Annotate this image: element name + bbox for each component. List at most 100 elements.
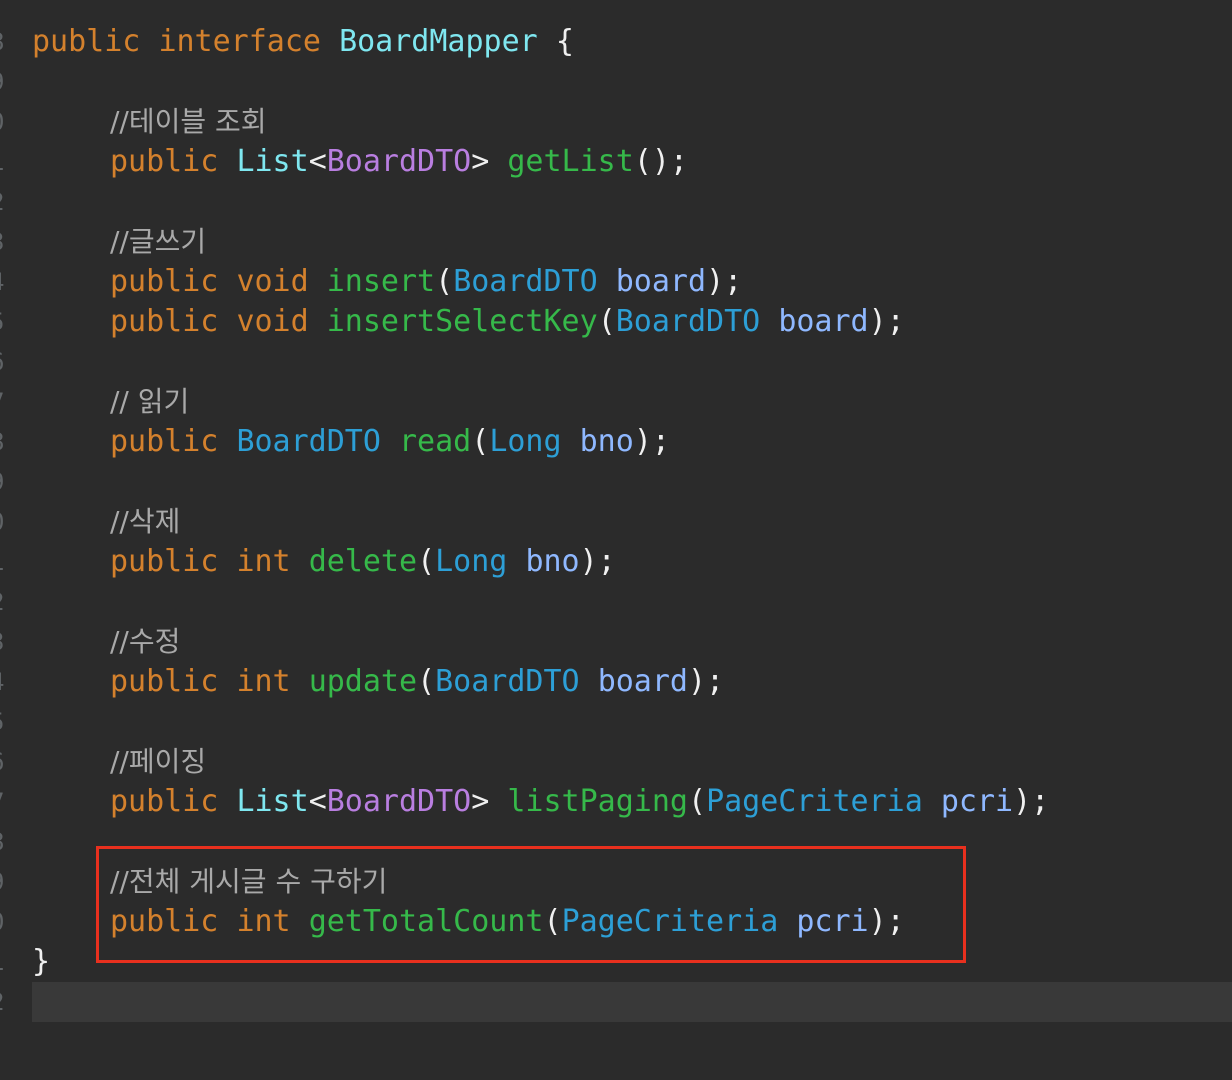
line-number: 1 bbox=[0, 142, 4, 182]
generic-type: BoardDTO bbox=[326, 784, 472, 819]
close-brace: } bbox=[32, 944, 51, 979]
code-line-blank[interactable] bbox=[32, 342, 1232, 382]
return-type: void bbox=[236, 264, 309, 299]
code-line-comment[interactable]: //글쓰기 bbox=[32, 222, 1232, 262]
code-line-blank[interactable] bbox=[32, 702, 1232, 742]
keyword: public bbox=[110, 264, 219, 299]
code-line-comment[interactable]: //수정 bbox=[32, 622, 1232, 662]
line-number: 8 bbox=[0, 422, 4, 462]
line-number: 8 bbox=[0, 22, 4, 62]
comment-write: //글쓰기 bbox=[110, 225, 207, 258]
code-line-close-brace[interactable]: } bbox=[32, 942, 1232, 982]
paren-close: ); bbox=[633, 424, 670, 459]
code-editor[interactable]: 8 9 0 1 2 3 4 5 6 7 8 9 0 1 2 3 4 5 6 7 … bbox=[0, 0, 1232, 1080]
comment-read: // 읽기 bbox=[110, 385, 190, 418]
angle-open: < bbox=[308, 144, 327, 179]
code-line-insert[interactable]: public void insert(BoardDTO board); bbox=[32, 262, 1232, 302]
return-type: List bbox=[236, 784, 309, 819]
keyword: public bbox=[110, 304, 219, 339]
param-type: BoardDTO bbox=[453, 264, 598, 299]
return-type: int bbox=[236, 664, 291, 699]
param-name: board bbox=[597, 664, 688, 699]
param-name: bno bbox=[579, 424, 634, 459]
generic-type: BoardDTO bbox=[326, 144, 472, 179]
param-name: pcri bbox=[940, 784, 1014, 819]
line-number: 0 bbox=[0, 102, 4, 142]
code-line-interface-declaration[interactable]: public interface BoardMapper { bbox=[32, 22, 1232, 62]
code-line-insertselectkey[interactable]: public void insertSelectKey(BoardDTO boa… bbox=[32, 302, 1232, 342]
method-name: getTotalCount bbox=[308, 904, 544, 939]
interface-name: BoardMapper bbox=[339, 24, 538, 59]
keyword: public bbox=[110, 784, 219, 819]
keyword: public bbox=[110, 424, 219, 459]
line-number: 3 bbox=[0, 222, 4, 262]
param-name: pcri bbox=[796, 904, 869, 939]
line-number: 5 bbox=[0, 302, 4, 342]
line-number: 1 bbox=[0, 542, 4, 582]
keyword: public bbox=[110, 664, 219, 699]
paren-open: ( bbox=[417, 664, 436, 699]
code-line-delete[interactable]: public int delete(Long bno); bbox=[32, 542, 1232, 582]
angle-close: > bbox=[471, 784, 490, 819]
code-line-comment[interactable]: //테이블 조회 bbox=[32, 102, 1232, 142]
line-number: 7 bbox=[0, 382, 4, 422]
param-name: board bbox=[615, 264, 707, 299]
code-line-blank[interactable] bbox=[32, 182, 1232, 222]
method-name: insertSelectKey bbox=[326, 304, 598, 339]
paren-close: ); bbox=[868, 304, 905, 339]
param-type: PageCriteria bbox=[706, 784, 923, 819]
paren-close: ); bbox=[688, 664, 725, 699]
line-number: 3 bbox=[0, 622, 4, 662]
param-type: BoardDTO bbox=[435, 664, 580, 699]
code-line-comment[interactable]: //페이징 bbox=[32, 742, 1232, 782]
code-line-getlist[interactable]: public List<BoardDTO> getList(); bbox=[32, 142, 1232, 182]
open-brace: { bbox=[555, 24, 574, 59]
line-number: 8 bbox=[0, 822, 4, 862]
code-line-blank[interactable] bbox=[32, 822, 1232, 862]
code-line-blank[interactable] bbox=[32, 462, 1232, 502]
keyword: public bbox=[110, 544, 219, 579]
keyword: public bbox=[110, 144, 219, 179]
line-number: 4 bbox=[0, 662, 4, 702]
code-line-comment[interactable]: //전체 게시글 수 구하기 bbox=[32, 862, 1232, 902]
method-name: read bbox=[399, 424, 472, 459]
code-line-blank[interactable] bbox=[32, 62, 1232, 102]
angle-close: > bbox=[471, 144, 490, 179]
code-line-current[interactable] bbox=[32, 982, 1232, 1022]
code-lines[interactable]: public interface BoardMapper { //테이블 조회 … bbox=[32, 22, 1232, 1022]
line-number: 6 bbox=[0, 342, 4, 382]
paren-close: ); bbox=[579, 544, 616, 579]
code-line-comment[interactable]: //삭제 bbox=[32, 502, 1232, 542]
code-line-read[interactable]: public BoardDTO read(Long bno); bbox=[32, 422, 1232, 462]
code-line-blank[interactable] bbox=[32, 582, 1232, 622]
method-name: update bbox=[308, 664, 418, 699]
param-name: board bbox=[778, 304, 869, 339]
return-type: int bbox=[236, 544, 291, 579]
keyword: public bbox=[110, 904, 219, 939]
keyword: public bbox=[32, 24, 141, 59]
comment-table: //테이블 조회 bbox=[110, 105, 267, 138]
return-type: List bbox=[236, 144, 309, 179]
return-type: BoardDTO bbox=[236, 424, 381, 459]
keyword: interface bbox=[158, 24, 321, 59]
code-line-gettotalcount[interactable]: public int getTotalCount(PageCriteria pc… bbox=[32, 902, 1232, 942]
paren-open: ( bbox=[471, 424, 490, 459]
method-name: insert bbox=[326, 264, 436, 299]
param-name: bno bbox=[525, 544, 580, 579]
comment-paging: //페이징 bbox=[110, 745, 207, 778]
paren-open: ( bbox=[417, 544, 436, 579]
paren-open: ( bbox=[688, 784, 707, 819]
return-type: int bbox=[236, 904, 291, 939]
comment-delete: //삭제 bbox=[110, 505, 181, 538]
line-number: 9 bbox=[0, 62, 4, 102]
method-name: getList bbox=[507, 144, 634, 179]
code-line-update[interactable]: public int update(BoardDTO board); bbox=[32, 662, 1232, 702]
paren-close: ); bbox=[706, 264, 743, 299]
code-line-comment[interactable]: // 읽기 bbox=[32, 382, 1232, 422]
line-number: 1 bbox=[0, 942, 4, 982]
comment-update: //수정 bbox=[110, 625, 181, 658]
code-line-listpaging[interactable]: public List<BoardDTO> listPaging(PageCri… bbox=[32, 782, 1232, 822]
line-number: 7 bbox=[0, 782, 4, 822]
line-number: 2 bbox=[0, 182, 4, 222]
punctuation: (); bbox=[633, 144, 688, 179]
